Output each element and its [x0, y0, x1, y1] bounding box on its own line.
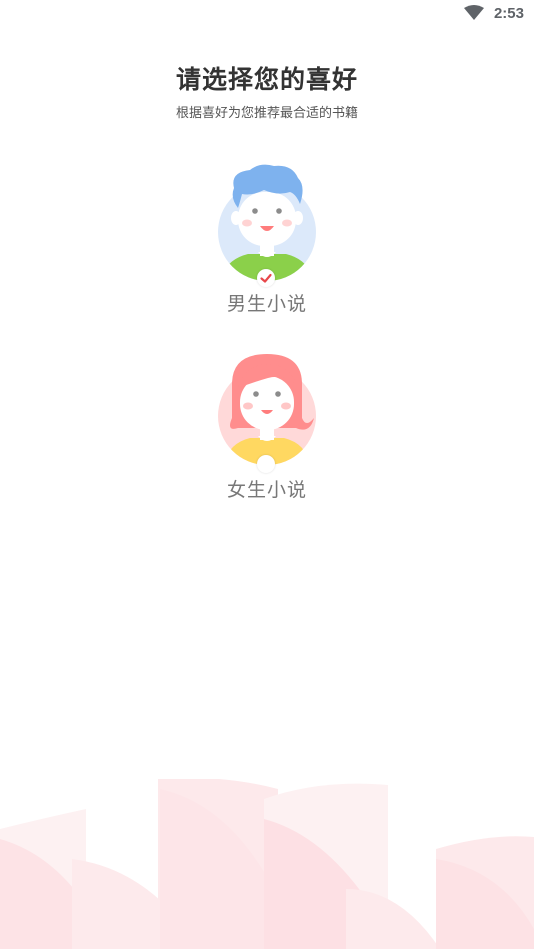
page-title: 请选择您的喜好	[175, 65, 358, 94]
female-novel-option[interactable]: 女生小说	[192, 348, 342, 501]
selected-check-badge	[257, 269, 275, 287]
background-decoration	[0, 779, 534, 949]
unselected-check-badge	[257, 455, 275, 473]
female-novel-label: 女生小说	[226, 479, 307, 501]
girl-avatar-icon	[218, 354, 316, 465]
male-novel-option[interactable]: 男生小说	[192, 162, 342, 315]
status-bar: 2:53	[0, 0, 534, 30]
check-icon	[260, 273, 272, 283]
wifi-icon	[464, 5, 484, 20]
boy-avatar-icon	[218, 164, 316, 281]
page-subtitle: 根据喜好为您推荐最合适的书籍	[175, 106, 358, 121]
status-time: 2:53	[493, 5, 524, 22]
male-novel-label: 男生小说	[226, 293, 307, 315]
